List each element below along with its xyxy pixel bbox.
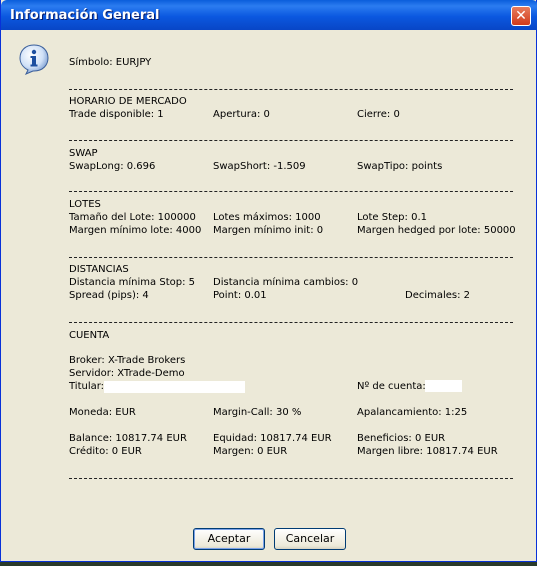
swap-short: SwapShort: -1.509 bbox=[213, 161, 306, 172]
trade-available: Trade disponible: 1 bbox=[69, 109, 164, 120]
credit: Crédito: 0 EUR bbox=[69, 446, 142, 457]
min-margin-init: Margen mínimo init: 0 bbox=[213, 225, 324, 236]
holder-label: Titular: bbox=[69, 381, 105, 392]
spread: Spread (pips): 4 bbox=[69, 290, 149, 301]
holder-value bbox=[104, 381, 245, 393]
cancel-button[interactable]: Cancelar bbox=[274, 528, 346, 550]
separator bbox=[69, 322, 513, 323]
hedged-margin: Margen hedged por lote: 50000 bbox=[357, 225, 516, 236]
min-change-distance: Distancia mínima cambios: 0 bbox=[213, 277, 359, 288]
swap-type: SwapTipo: points bbox=[357, 161, 443, 172]
swap-long: SwapLong: 0.696 bbox=[69, 161, 156, 172]
separator bbox=[69, 89, 513, 90]
window-title: Información General bbox=[10, 8, 160, 23]
info-icon bbox=[19, 44, 49, 75]
market-close: Cierre: 0 bbox=[357, 109, 400, 120]
margin-call: Margin-Call: 30 % bbox=[213, 407, 302, 418]
point: Point: 0.01 bbox=[213, 290, 267, 301]
swap-heading: SWAP bbox=[69, 148, 98, 159]
market-hours-heading: HORARIO DE MERCADO bbox=[69, 96, 187, 107]
account-heading: CUENTA bbox=[69, 330, 110, 341]
decimals: Decimales: 2 bbox=[405, 290, 471, 301]
free-margin: Margen libre: 10817.74 EUR bbox=[357, 446, 498, 457]
balance: Balance: 10817.74 EUR bbox=[69, 433, 187, 444]
separator bbox=[69, 257, 513, 258]
separator bbox=[69, 140, 513, 141]
min-margin-lot: Margen mínimo lote: 4000 bbox=[69, 225, 202, 236]
min-stop-distance: Distancia mínima Stop: 5 bbox=[69, 277, 195, 288]
info-dialog: Información General ✕ Símbolo: EURJPY HO… bbox=[0, 0, 537, 562]
equity: Equidad: 10817.74 EUR bbox=[213, 433, 332, 444]
title-bar[interactable]: Información General ✕ bbox=[1, 0, 537, 30]
market-open: Apertura: 0 bbox=[213, 109, 270, 120]
leverage: Apalancamiento: 1:25 bbox=[357, 407, 468, 418]
lot-size: Tamaño del Lote: 100000 bbox=[69, 212, 196, 223]
account-number-value bbox=[425, 380, 462, 392]
accept-button[interactable]: Aceptar bbox=[193, 528, 265, 550]
broker: Broker: X-Trade Brokers bbox=[69, 355, 186, 366]
close-icon[interactable]: ✕ bbox=[511, 6, 531, 26]
symbol-label: Símbolo: EURJPY bbox=[69, 57, 152, 68]
separator bbox=[69, 478, 513, 479]
account-number-label: Nº de cuenta: bbox=[357, 381, 426, 392]
lots-heading: LOTES bbox=[69, 199, 101, 210]
profit: Beneficios: 0 EUR bbox=[357, 433, 446, 444]
max-lots: Lotes máximos: 1000 bbox=[213, 212, 321, 223]
currency: Moneda: EUR bbox=[69, 407, 136, 418]
background-window-strip bbox=[0, 562, 537, 566]
lot-step: Lote Step: 0.1 bbox=[357, 212, 427, 223]
separator bbox=[69, 191, 513, 192]
server: Servidor: XTrade-Demo bbox=[69, 368, 185, 379]
margin: Margen: 0 EUR bbox=[213, 446, 288, 457]
distances-heading: DISTANCIAS bbox=[69, 264, 129, 275]
